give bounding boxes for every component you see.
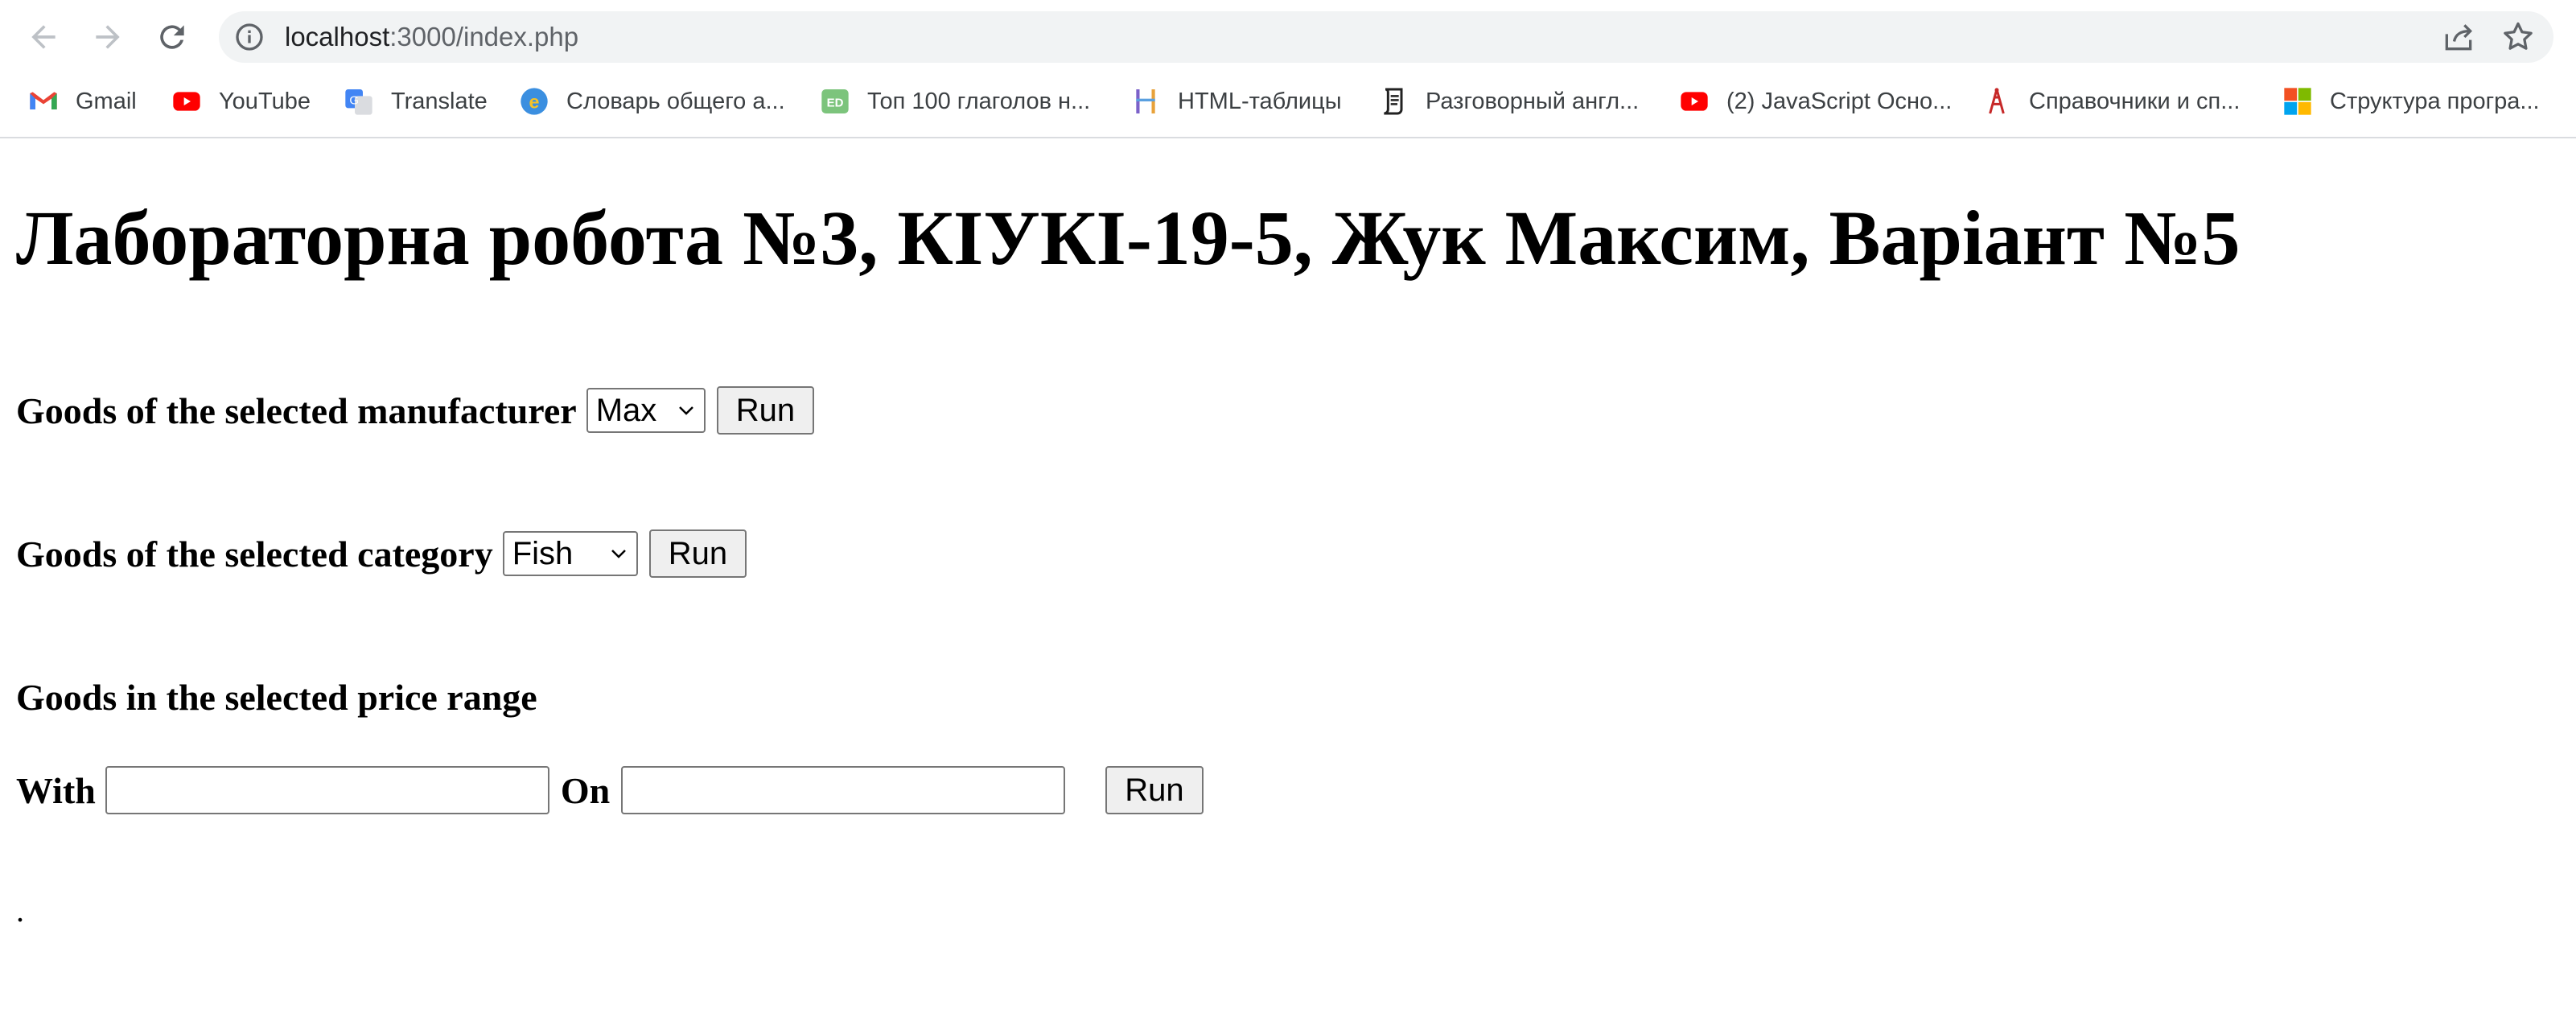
manufacturer-select[interactable]: Max — [586, 388, 706, 433]
footer-text: . — [16, 892, 24, 929]
manufacturer-label: Goods of the selected manufacturer — [16, 389, 577, 431]
reload-icon — [160, 25, 184, 49]
dictionary-icon: e — [518, 85, 550, 117]
bookmark-star-icon[interactable] — [2500, 19, 2536, 55]
category-form: Goods of the selected category Fish Run — [16, 529, 747, 578]
bookmark-label: Топ 100 глаголов н... — [867, 88, 1091, 114]
arrow-left-icon — [31, 25, 56, 49]
price-run-button[interactable]: Run — [1105, 766, 1204, 814]
reload-button[interactable] — [150, 14, 195, 60]
bookmark-structure[interactable]: Структура програ... — [2282, 77, 2540, 126]
page-title: Лабораторна робота №3, КІУКІ-19-5, Жук М… — [16, 195, 2241, 281]
ed-icon: ED — [819, 85, 851, 117]
svg-text:ED: ED — [827, 97, 844, 110]
forward-button[interactable] — [85, 14, 130, 60]
bookmark-label: Справочники и сп... — [2029, 88, 2241, 114]
bookmark-gmail[interactable]: Gmail — [27, 77, 137, 126]
bookmark-references[interactable]: Справочники и сп... — [1981, 77, 2240, 126]
info-icon[interactable] — [233, 21, 265, 53]
price-with-label: With — [16, 769, 96, 811]
bookmark-label: Словарь общего а... — [566, 88, 785, 114]
price-from-input[interactable] — [105, 766, 549, 814]
bookmark-label: YouTube — [219, 88, 311, 114]
price-to-input[interactable] — [621, 766, 1066, 814]
price-range-heading-row: Goods in the selected price range — [16, 676, 537, 719]
bookmark-label: Структура програ... — [2330, 88, 2540, 114]
html-table-icon — [1130, 85, 1162, 117]
url-host: localhost — [285, 22, 390, 52]
bookmark-label: (2) JavaScript Осно... — [1726, 88, 1953, 114]
category-label: Goods of the selected category — [16, 533, 493, 575]
share-icon[interactable] — [2441, 19, 2476, 55]
page-content: Лабораторна робота №3, КІУКІ-19-5, Жук М… — [0, 138, 2576, 1030]
bookmark-dictionary[interactable]: e Словарь общего а... — [518, 77, 785, 126]
category-run-button[interactable]: Run — [648, 529, 747, 578]
price-range-heading: Goods in the selected price range — [16, 677, 537, 718]
bookmarks-bar: Gmail YouTube G Translate e Словарь обще… — [0, 77, 2576, 126]
svg-text:e: e — [529, 91, 540, 112]
url-text[interactable]: localhost:3000/index.php — [285, 11, 578, 63]
translate-icon: G — [343, 85, 375, 117]
youtube-icon — [1678, 85, 1710, 117]
bookmark-label: HTML-таблицы — [1178, 88, 1342, 114]
bookmark-javascript[interactable]: (2) JavaScript Осно... — [1678, 77, 1952, 126]
tower-icon — [1981, 85, 2013, 117]
price-on-label: On — [560, 769, 611, 811]
bookmark-html-tables[interactable]: HTML-таблицы — [1130, 77, 1342, 126]
category-selected-value: Fish — [512, 535, 574, 571]
bookmark-youtube[interactable]: YouTube — [171, 77, 311, 126]
manufacturer-form: Goods of the selected manufacturer Max R… — [16, 386, 815, 435]
bookmark-label: Разговорный англ... — [1426, 88, 1640, 114]
bookmark-top100[interactable]: ED Топ 100 глаголов н... — [819, 77, 1090, 126]
bookmark-label: Gmail — [76, 88, 137, 114]
bookmark-english[interactable]: Разговорный англ... — [1377, 77, 1639, 126]
svg-text:G: G — [349, 93, 359, 107]
manufacturer-run-button[interactable]: Run — [716, 386, 815, 435]
category-select[interactable]: Fish — [502, 531, 638, 576]
youtube-icon — [171, 85, 203, 117]
browser-chrome: localhost:3000/index.php Gmail YouTube G… — [0, 0, 2576, 138]
back-button[interactable] — [21, 14, 66, 60]
gmail-icon — [27, 85, 60, 117]
manufacturer-selected-value: Max — [595, 392, 657, 428]
address-bar[interactable]: localhost:3000/index.php — [219, 11, 2553, 63]
browser-toolbar: localhost:3000/index.php — [0, 0, 2576, 74]
chevron-down-icon — [678, 406, 693, 415]
price-range-form: With On Run — [16, 766, 1204, 814]
bookmark-translate[interactable]: G Translate — [343, 77, 488, 126]
arrow-right-icon — [96, 25, 120, 49]
chevron-down-icon — [611, 550, 626, 558]
scroll-icon — [1377, 85, 1409, 117]
url-path: :3000/index.php — [389, 22, 579, 52]
bookmark-label: Translate — [391, 88, 488, 114]
microsoft-icon — [2282, 85, 2314, 117]
